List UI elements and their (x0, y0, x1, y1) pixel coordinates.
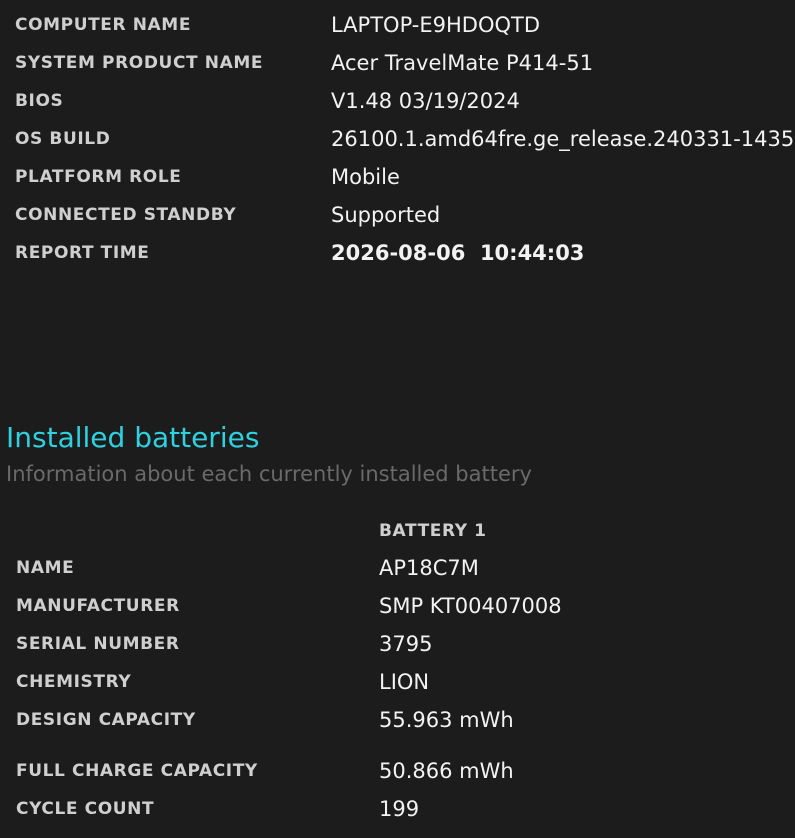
chemistry-value: LION (379, 670, 430, 694)
full-charge-capacity-label: FULL CHARGE CAPACITY (16, 761, 258, 781)
chemistry-label: CHEMISTRY (16, 672, 132, 692)
battery-row-full-charge-capacity: FULL CHARGE CAPACITY 50.866 mWh (0, 759, 795, 797)
battery-row-cycle-count: CYCLE COUNT 199 (0, 797, 795, 835)
battery-name-label: NAME (16, 558, 75, 578)
system-row-computer-name: COMPUTER NAME LAPTOP-E9HDOQTD (0, 13, 795, 51)
os-build-value: 26100.1.amd64fre.ge_release.240331-1435 (331, 127, 795, 151)
connected-standby-label: CONNECTED STANDBY (15, 205, 237, 225)
platform-role-value: Mobile (331, 165, 400, 189)
design-capacity-value: 55.963 mWh (379, 708, 514, 732)
product-name-label: SYSTEM PRODUCT NAME (15, 53, 264, 73)
system-row-os-build: OS BUILD 26100.1.amd64fre.ge_release.240… (0, 127, 795, 165)
section-subtitle: Information about each currently install… (6, 462, 532, 486)
section-title: Installed batteries (6, 421, 260, 454)
os-build-label: OS BUILD (15, 129, 111, 149)
connected-standby-value: Supported (331, 203, 441, 227)
cycle-count-label: CYCLE COUNT (16, 799, 155, 819)
system-row-bios: BIOS V1.48 03/19/2024 (0, 89, 795, 127)
battery-row-design-capacity: DESIGN CAPACITY 55.963 mWh (0, 708, 795, 746)
battery-row-manufacturer: MANUFACTURER SMP KT00407008 (0, 594, 795, 632)
battery-column-header: BATTERY 1 (379, 521, 487, 541)
report-time-label: REPORT TIME (15, 243, 150, 263)
manufacturer-label: MANUFACTURER (16, 596, 180, 616)
computer-name-label: COMPUTER NAME (15, 15, 192, 35)
computer-name-value: LAPTOP-E9HDOQTD (331, 13, 540, 37)
design-capacity-label: DESIGN CAPACITY (16, 710, 196, 730)
battery-row-chemistry: CHEMISTRY LION (0, 670, 795, 708)
battery-name-value: AP18C7M (379, 556, 479, 580)
serial-number-label: SERIAL NUMBER (16, 634, 180, 654)
serial-number-value: 3795 (379, 632, 433, 656)
system-row-platform-role: PLATFORM ROLE Mobile (0, 165, 795, 203)
product-name-value: Acer TravelMate P414-51 (331, 51, 594, 75)
battery-row-serial-number: SERIAL NUMBER 3795 (0, 632, 795, 670)
system-row-connected-standby: CONNECTED STANDBY Supported (0, 203, 795, 241)
battery-row-name: NAME AP18C7M (0, 556, 795, 594)
manufacturer-value: SMP KT00407008 (379, 594, 562, 618)
system-row-report-time: REPORT TIME 2026-08-06 10:44:03 (0, 241, 795, 279)
platform-role-label: PLATFORM ROLE (15, 167, 182, 187)
bios-label: BIOS (15, 91, 64, 111)
cycle-count-value: 199 (379, 797, 420, 821)
bios-value: V1.48 03/19/2024 (331, 89, 520, 113)
system-row-product-name: SYSTEM PRODUCT NAME Acer TravelMate P414… (0, 51, 795, 89)
full-charge-capacity-value: 50.866 mWh (379, 759, 514, 783)
report-time-value: 2026-08-06 10:44:03 (331, 241, 585, 265)
